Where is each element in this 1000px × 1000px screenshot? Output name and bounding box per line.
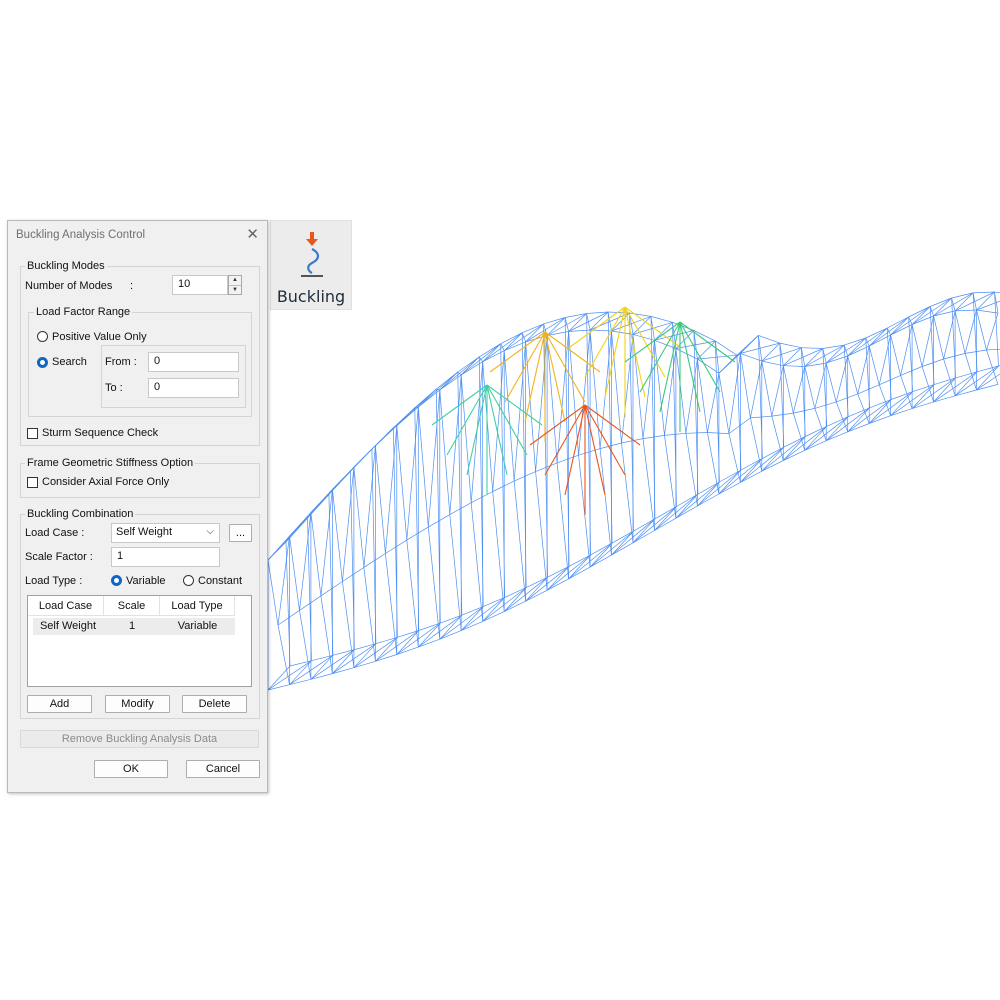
variable-radio[interactable]	[111, 575, 122, 586]
search-radio[interactable]	[37, 357, 48, 368]
sturm-sequence-label[interactable]: Sturm Sequence Check	[42, 427, 158, 439]
consider-axial-force-checkbox[interactable]	[27, 477, 38, 488]
close-icon[interactable]: ✕	[246, 225, 259, 243]
ok-button[interactable]: OK	[94, 760, 168, 778]
scale-factor-input[interactable]: 1	[111, 547, 220, 567]
load-factor-range-group-title: Load Factor Range	[34, 306, 133, 318]
delete-button[interactable]: Delete	[182, 695, 247, 713]
constant-radio[interactable]	[183, 575, 194, 586]
table-cell-scale: 1	[128, 620, 136, 632]
load-case-select[interactable]: Self Weight ⌵	[111, 523, 220, 543]
buckling-analysis-control-dialog: Buckling Analysis Control ✕ Buckling Mod…	[7, 220, 268, 793]
search-label[interactable]: Search	[52, 356, 87, 368]
buckling-ribbon-button[interactable]: Buckling	[270, 220, 352, 310]
frame-geometric-stiffness-group-title: Frame Geometric Stiffness Option	[25, 457, 196, 469]
stepper-down-icon[interactable]: ▼	[229, 285, 241, 295]
dialog-titlebar: Buckling Analysis Control ✕	[8, 221, 267, 249]
scale-factor-label: Scale Factor :	[25, 551, 93, 563]
remove-buckling-data-button[interactable]: Remove Buckling Analysis Data	[20, 730, 259, 748]
column-header-load-case[interactable]: Load Case	[28, 596, 104, 616]
cancel-button[interactable]: Cancel	[186, 760, 260, 778]
positive-value-only-radio[interactable]	[37, 331, 48, 342]
load-case-label: Load Case :	[25, 527, 85, 539]
variable-label[interactable]: Variable	[126, 575, 166, 587]
positive-value-only-label[interactable]: Positive Value Only	[52, 331, 147, 343]
table-cell-load-case: Self Weight	[39, 620, 97, 632]
chevron-down-icon: ⌵	[206, 526, 214, 537]
number-of-modes-input[interactable]: 10	[172, 275, 228, 295]
constant-label[interactable]: Constant	[198, 575, 242, 587]
number-of-modes-label: Number of Modes	[25, 280, 113, 292]
to-label: To :	[105, 382, 123, 394]
from-input[interactable]: 0	[148, 352, 239, 372]
from-label: From :	[105, 356, 137, 368]
sturm-sequence-checkbox[interactable]	[27, 428, 38, 439]
number-of-modes-stepper[interactable]: ▲ ▼	[228, 275, 242, 295]
modify-button[interactable]: Modify	[105, 695, 170, 713]
table-cell-load-type: Variable	[177, 620, 218, 632]
buckling-modes-group-title: Buckling Modes	[25, 260, 107, 272]
to-input[interactable]: 0	[148, 378, 239, 398]
buckling-combination-group-title: Buckling Combination	[25, 508, 136, 520]
buckling-combination-table[interactable]: Load Case Scale Load Type Self Weight 1 …	[27, 595, 252, 687]
buckling-icon	[301, 232, 323, 277]
dialog-title: Buckling Analysis Control	[16, 229, 146, 241]
number-of-modes-colon: :	[130, 280, 134, 292]
load-type-label: Load Type :	[25, 575, 83, 587]
stepper-up-icon[interactable]: ▲	[229, 276, 241, 285]
column-header-scale[interactable]: Scale	[104, 596, 160, 616]
add-button[interactable]: Add	[27, 695, 92, 713]
load-case-browse-button[interactable]: ...	[229, 524, 252, 542]
consider-axial-force-label[interactable]: Consider Axial Force Only	[42, 476, 169, 488]
buckling-ribbon-label: Buckling	[276, 287, 346, 306]
load-case-select-value: Self Weight	[116, 526, 173, 538]
column-header-load-type[interactable]: Load Type	[160, 596, 235, 616]
